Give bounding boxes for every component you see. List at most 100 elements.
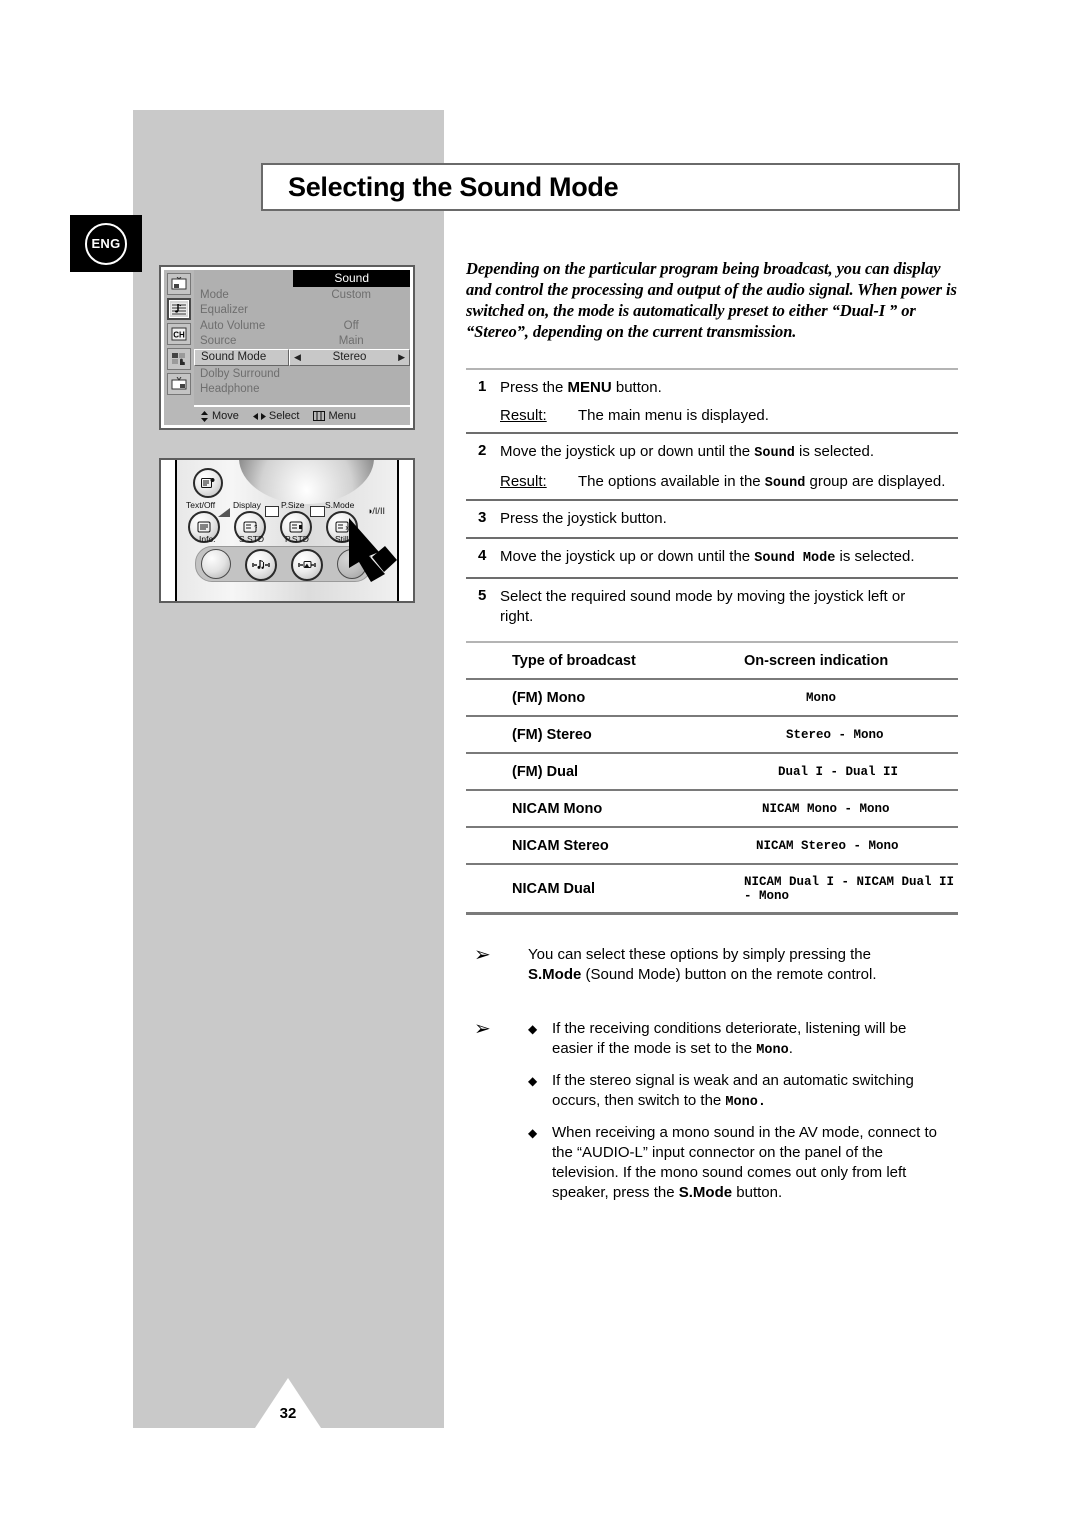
installation-icon xyxy=(167,373,191,395)
note-text-emphasis: S.Mode xyxy=(528,966,582,983)
step-number: 3 xyxy=(478,509,487,526)
chevron-left-icon[interactable]: ◀ xyxy=(294,350,301,365)
step-text-code: Sound xyxy=(754,446,795,461)
svg-text:?: ? xyxy=(254,525,257,532)
result-text: The main menu is displayed. xyxy=(578,407,769,424)
pointer-arrow-icon xyxy=(349,518,397,582)
teletext-button xyxy=(193,468,223,498)
remote-dial xyxy=(238,460,374,504)
step-text-part: Press the joystick button. xyxy=(500,510,667,527)
osd-row-auto-volume[interactable]: Auto Volume Off xyxy=(194,318,410,334)
osd-row-equalizer[interactable]: Equalizer xyxy=(194,303,410,319)
remote-label-pstd: P.STD xyxy=(285,534,309,544)
osd-footer-bar: Move Select Menu xyxy=(194,405,410,425)
note-list-item: ◆ If the stereo signal is weak and an au… xyxy=(528,1071,940,1113)
osd-footer-move: Move xyxy=(200,410,239,422)
osd-row-sound-mode[interactable]: Sound Mode ◀ Stereo ▶ xyxy=(194,349,410,366)
chevron-right-icon[interactable]: ▶ xyxy=(398,350,405,365)
remote-control-illustration: Text/Off Display P.Size S.Mode ◑/I/II ? … xyxy=(159,458,415,603)
column-header-indication: On-screen indication xyxy=(744,643,958,680)
bullet-diamond-icon: ◆ xyxy=(528,1074,538,1088)
table-row: NICAM Dual NICAM Dual I - NICAM Dual II … xyxy=(466,864,958,915)
result-text-part: The options available in the xyxy=(578,473,765,490)
osd-row-mode[interactable]: Mode Custom xyxy=(194,287,410,303)
remote-label-display: Display xyxy=(233,500,261,510)
left-right-arrow-icon xyxy=(252,412,266,420)
table-row: (FM) Mono Mono xyxy=(466,679,958,717)
result-text-part: group are displayed. xyxy=(805,473,946,490)
note-bullet-list: ◆ If the receiving conditions deteriorat… xyxy=(528,1019,940,1213)
cell-indication: Stereo - Mono xyxy=(744,716,958,754)
step-text-part: Select the required sound mode by moving… xyxy=(500,588,906,625)
table-row: NICAM Mono NICAM Mono - Mono xyxy=(466,790,958,828)
menu-grid-icon xyxy=(313,411,326,421)
step-1: 1 Press the MENU button. Result: The mai… xyxy=(466,370,958,432)
cell-type: (FM) Mono xyxy=(466,679,744,717)
step-text-part: is selected. xyxy=(794,443,875,460)
note-block-2: ➢ ◆ If the receiving conditions deterior… xyxy=(466,1019,958,1213)
osd-footer-label: Move xyxy=(212,410,239,422)
cell-type: (FM) Stereo xyxy=(466,716,744,754)
step-4: 4 Move the joystick up or down until the… xyxy=(466,539,958,577)
osd-row-dolby-surround[interactable]: Dolby Surround xyxy=(194,366,410,382)
step-result: Result: The options available in the Sou… xyxy=(500,473,958,491)
note-text-emphasis: S.Mode xyxy=(678,1184,733,1201)
language-badge-label: ENG xyxy=(85,222,127,265)
table-row: (FM) Dual Dual I - Dual II xyxy=(466,753,958,791)
sstd-button xyxy=(245,549,277,581)
note-list-item: ◆ If the receiving conditions deteriorat… xyxy=(528,1019,940,1061)
note-text-code: Mono. xyxy=(725,1095,766,1110)
step-2: 2 Move the joystick up or down until the… xyxy=(466,434,958,499)
cell-indication: Dual I - Dual II xyxy=(744,753,958,791)
note-text-code: Mono xyxy=(756,1043,789,1058)
remote-label-sstd: S.STD xyxy=(239,534,265,544)
osd-row-value: Off xyxy=(343,319,359,332)
osd-row-value: Stereo xyxy=(332,351,367,363)
note-arrow-icon: ➢ xyxy=(474,944,491,966)
step-text: Press the MENU button. xyxy=(500,378,958,398)
step-number: 1 xyxy=(478,378,487,395)
step-number: 2 xyxy=(478,442,487,459)
result-text-part: The main menu is displayed. xyxy=(578,407,769,424)
column-header-type: Type of broadcast xyxy=(466,643,744,680)
step-5: 5 Select the required sound mode by movi… xyxy=(466,579,958,635)
note-block-1: ➢ You can select these options by simply… xyxy=(466,945,958,985)
picture-mode-glyph xyxy=(218,508,230,517)
cell-type: NICAM Dual xyxy=(466,864,744,915)
pstd-button xyxy=(291,549,323,581)
bullet-diamond-icon: ◆ xyxy=(528,1126,538,1140)
result-label: Result: xyxy=(500,473,547,490)
step-text-part: Move the joystick up or down until the xyxy=(500,548,755,565)
note-text-part: (Sound Mode) button on the remote contro… xyxy=(581,966,877,983)
step-text-emphasis: MENU xyxy=(567,379,612,396)
broadcast-indication-table: Type of broadcast On-screen indication (… xyxy=(466,643,958,915)
channel-icon: CH xyxy=(167,323,191,345)
note-arrow-icon: ➢ xyxy=(474,1018,491,1040)
page-number: 32 xyxy=(279,1405,297,1422)
page-title: Selecting the Sound Mode xyxy=(288,171,619,202)
intro-paragraph: Depending on the particular program bein… xyxy=(466,259,957,341)
steps-list: 1 Press the MENU button. Result: The mai… xyxy=(466,370,958,635)
step-text: Press the joystick button. xyxy=(500,509,958,529)
cell-indication: NICAM Dual I - NICAM Dual II - Mono xyxy=(744,864,958,915)
cell-type: NICAM Mono xyxy=(466,790,744,828)
setup-icon xyxy=(167,348,191,370)
osd-row-source[interactable]: Source Main xyxy=(194,334,410,350)
osd-footer-label: Select xyxy=(268,410,300,422)
language-badge: ENG xyxy=(70,215,142,272)
osd-menu-screenshot: CH Sound Mode Custom Equalizer Auto Volu… xyxy=(159,265,415,430)
osd-value-selector[interactable]: ◀ Stereo ▶ xyxy=(289,349,410,366)
info-button xyxy=(201,549,231,579)
osd-row-value: Main xyxy=(338,335,364,348)
note-list-item: ◆ When receiving a mono sound in the AV … xyxy=(528,1123,940,1203)
up-down-arrow-icon xyxy=(201,410,208,422)
note-item-text: If the receiving conditions deteriorate,… xyxy=(552,1019,940,1061)
osd-row-label: Source xyxy=(200,335,237,348)
step-text: Move the joystick up or down until the S… xyxy=(500,442,958,464)
note-text-part: You can select these options by simply p… xyxy=(528,946,871,963)
osd-row-headphone[interactable]: Headphone xyxy=(194,382,410,398)
cell-indication: NICAM Mono - Mono xyxy=(744,790,958,828)
page-number-marker: 32 xyxy=(255,1378,321,1428)
osd-row-label: Dolby Surround xyxy=(200,367,280,380)
note-item-text: When receiving a mono sound in the AV mo… xyxy=(552,1123,940,1203)
